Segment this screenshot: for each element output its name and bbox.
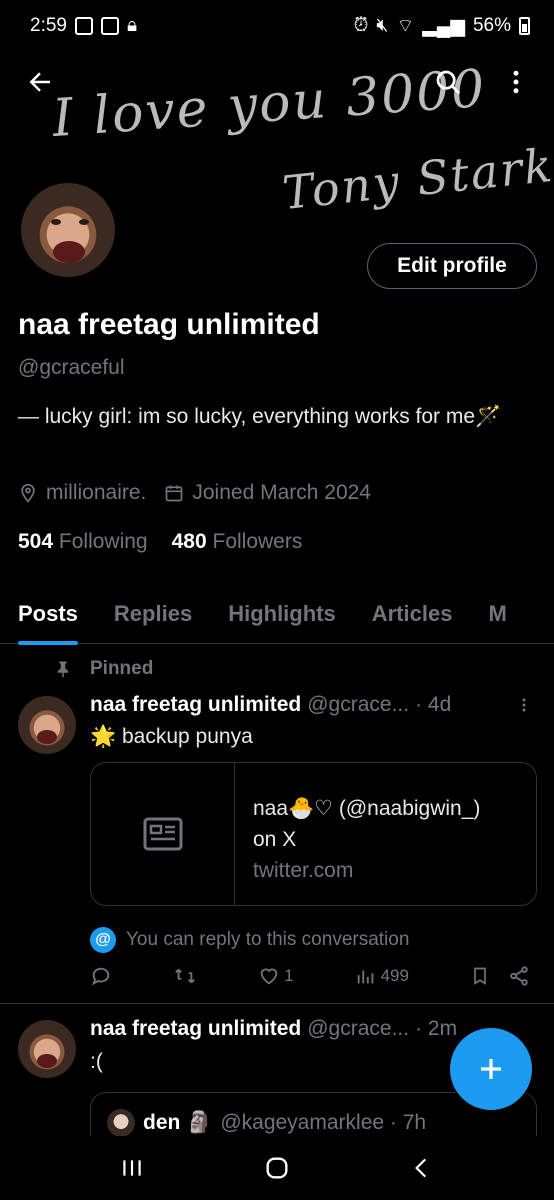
view-count: 499 [380,966,409,985]
at-icon: @ [90,927,116,953]
like-count: 1 [284,966,294,985]
card-thumbnail [91,763,235,905]
location-icon [21,483,35,503]
heart-icon [260,968,278,985]
wifi-icon: ⌔ [396,16,415,37]
card-title-line1: naa🐣♡ (@naabigwin_) [253,797,481,820]
edit-profile-button[interactable]: Edit profile [367,243,537,289]
reply-button[interactable] [90,965,112,987]
profile-avatar[interactable] [18,180,118,280]
quoted-avatar [107,1108,135,1137]
alarm-icon: ⏰︎ [353,15,369,36]
banner-text-line2: Tony Stark [279,137,554,221]
recent-apps-icon[interactable] [119,1155,145,1181]
profile-bio: — lucky girl: im so lucky, everything wo… [18,405,502,428]
signal-icon: ▂▄▆ [422,15,465,37]
status-time: 2:59 [30,15,67,36]
retweet-icon [175,968,195,984]
card-domain: twitter.com [253,859,354,882]
gallery-icon [74,17,93,35]
pin-icon [57,661,69,678]
banner-text-line1: I love you 3000 [50,58,489,150]
lock-icon: 🔒︎ [126,15,138,36]
tweet-author-handle: @gcrace... [307,1017,410,1040]
more-vertical-icon [522,698,526,712]
display-name: naa freetag unlimited [18,308,320,341]
tab-articles[interactable]: Articles [354,584,471,644]
compose-post-button[interactable] [450,1028,532,1110]
retweet-button[interactable] [173,965,197,987]
joined-date: Joined March 2024 [192,481,371,504]
reply-restriction-note: @ You can reply to this conversation [90,927,409,953]
battery-icon [519,17,530,35]
link-card[interactable]: naa🐣♡ (@naabigwin_) on X twitter.com [90,762,537,906]
tab-highlights[interactable]: Highlights [210,584,354,644]
tweet-avatar[interactable] [18,1020,76,1078]
share-icon[interactable] [508,965,530,987]
tweet-author-handle: @gcrace... [307,693,410,716]
back-arrow-icon [29,72,50,92]
card-title-line2: on X [253,828,297,851]
bookmark-icon[interactable] [470,965,490,987]
status-bar: 2:59 🔒︎ ⏰︎ 🔇︎ ⌔ ▂▄▆ 56% [0,0,554,52]
profile-meta: millionaire. Joined March 2024 [18,481,379,505]
check-icon [100,17,119,35]
tab-posts[interactable]: Posts [0,584,96,645]
followers-link[interactable]: 480 Followers [172,530,303,554]
following-link[interactable]: 504 Following [18,530,148,554]
search-icon [436,70,461,95]
tweet-time: · 4d [415,693,452,716]
location-text: millionaire. [46,481,147,504]
plus-icon [481,1059,501,1079]
tweet-avatar[interactable] [18,696,76,754]
views-button[interactable]: 499 [355,965,409,987]
follow-stats: 504 Following 480 Followers [18,530,302,554]
tab-replies[interactable]: Replies [96,584,210,644]
article-icon [143,817,182,851]
tweet-text: :( [90,1050,103,1073]
tweet-time: · 2m [415,1017,458,1040]
quoted-author-name: den 🗿 [143,1110,213,1134]
tweet-divider [0,1003,554,1004]
back-button[interactable] [20,62,60,102]
tweet-header: naa freetag unlimited @gcrace... · 4d [90,693,530,717]
system-nav-bar [0,1136,554,1200]
user-handle: @gcraceful [18,356,125,379]
tab-media[interactable]: M [470,584,524,644]
tweet-more-button[interactable] [514,693,534,723]
tweet-author-name[interactable]: naa freetag unlimited [90,1017,301,1041]
quoted-author-handle: @kageyamarklee · 7h [220,1110,427,1134]
home-icon[interactable] [263,1154,291,1182]
mute-icon: 🔇︎ [376,15,389,36]
calendar-icon [166,485,183,502]
like-button[interactable]: 1 [258,965,294,987]
tweet-author-name[interactable]: naa freetag unlimited [90,693,301,717]
pinned-indicator: Pinned [54,658,153,680]
battery-percent: 56% [472,15,511,36]
views-icon [357,970,373,984]
tweet-actions: 1 499 [90,965,530,987]
back-nav-icon[interactable] [409,1155,435,1181]
more-options-button[interactable] [496,62,536,102]
reply-icon [91,967,110,986]
tweet-text: 🌟 backup punya [90,725,253,748]
profile-tabs: Posts Replies Highlights Articles M [0,584,554,645]
more-vertical-icon [513,70,519,94]
search-button[interactable] [428,62,468,102]
